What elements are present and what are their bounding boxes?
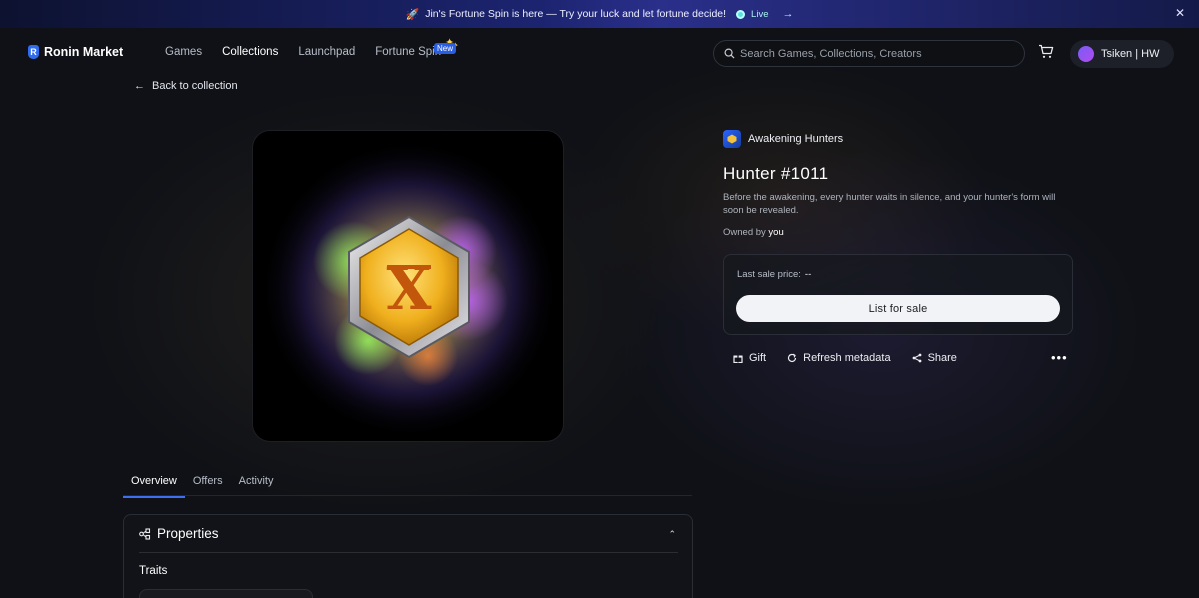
properties-icon — [139, 527, 151, 540]
owner-info: Owned by you — [723, 227, 784, 238]
back-link-label: Back to collection — [152, 80, 238, 92]
last-sale-label: Last sale price: — [737, 269, 801, 280]
gift-label: Gift — [749, 352, 767, 364]
more-icon[interactable]: ••• — [1051, 350, 1068, 365]
chevron-up-icon[interactable]: ⌃ — [668, 529, 676, 540]
last-sale-row: Last sale price: -- — [737, 269, 811, 280]
last-sale-value: -- — [804, 269, 812, 280]
owner-link[interactable]: you — [768, 227, 783, 238]
brand-logo-link[interactable]: R Ronin Market — [28, 45, 123, 59]
ronin-logo-icon: R — [28, 45, 39, 59]
tabs-divider — [123, 495, 692, 496]
top-navigation: R Ronin Market Games Collections Launchp… — [0, 28, 1199, 78]
nav-links: Games Collections Launchpad Fortune Spin — [165, 46, 441, 58]
user-name: Tsiken | HW — [1101, 48, 1160, 60]
nav-item-launchpad[interactable]: Launchpad — [298, 46, 355, 58]
traits-heading: Traits — [139, 565, 168, 577]
search-input[interactable] — [740, 47, 1010, 60]
sale-panel: Last sale price: -- List for sale — [723, 254, 1073, 335]
refresh-label: Refresh metadata — [803, 352, 891, 364]
announcement-bar[interactable]: 🚀 Jin's Fortune Spin is here — Try your … — [0, 0, 1199, 28]
search-icon — [724, 48, 735, 59]
user-menu-button[interactable]: Tsiken | HW — [1070, 40, 1174, 68]
share-button[interactable]: Share — [912, 352, 957, 364]
collection-link[interactable]: Awakening Hunters — [723, 130, 843, 148]
arrow-right-icon[interactable]: → — [782, 8, 793, 20]
nav-item-fortune-spin[interactable]: Fortune Spin — [375, 46, 441, 58]
rocket-icon: 🚀 — [405, 8, 420, 21]
collection-logo-icon — [723, 130, 741, 148]
nft-image[interactable]: X — [252, 130, 564, 442]
collection-name: Awakening Hunters — [748, 133, 844, 145]
share-icon — [912, 353, 921, 363]
properties-divider — [139, 552, 678, 553]
announcement-text: Jin's Fortune Spin is here — Try your lu… — [425, 8, 727, 20]
list-for-sale-button[interactable]: List for sale — [736, 295, 1060, 322]
avatar — [1078, 46, 1094, 62]
gift-icon — [733, 355, 743, 363]
item-description: Before the awakening, every hunter waits… — [723, 192, 1056, 216]
hunter-badge-artwork: X — [259, 139, 559, 439]
refresh-icon — [788, 353, 797, 363]
search-bar[interactable] — [713, 40, 1025, 67]
owned-by-label: Owned by — [723, 227, 766, 238]
close-icon[interactable]: ✕ — [1175, 6, 1185, 20]
nav-item-collections[interactable]: Collections — [222, 46, 278, 58]
live-indicator-icon — [736, 9, 746, 19]
new-badge: New — [434, 43, 457, 54]
item-title: Hunter #1011 — [723, 164, 829, 183]
trait-chip — [139, 589, 313, 598]
nav-item-games[interactable]: Games — [165, 46, 202, 58]
live-label: Live — [751, 8, 769, 20]
share-label: Share — [927, 352, 957, 364]
cart-icon — [1039, 44, 1054, 58]
brand-name: Ronin Market — [44, 45, 124, 59]
gift-button[interactable]: Gift — [733, 352, 766, 364]
properties-panel: Properties ⌃ Traits — [123, 514, 693, 598]
item-actions: Gift Refresh metadata Share — [733, 352, 957, 364]
refresh-metadata-button[interactable]: Refresh metadata — [787, 352, 891, 364]
properties-title: Properties — [157, 526, 219, 541]
back-to-collection-link[interactable]: ← Back to collection — [134, 80, 238, 92]
arrow-left-icon: ← — [134, 80, 145, 92]
properties-header[interactable]: Properties — [139, 526, 219, 541]
cart-button[interactable] — [1038, 44, 1054, 64]
